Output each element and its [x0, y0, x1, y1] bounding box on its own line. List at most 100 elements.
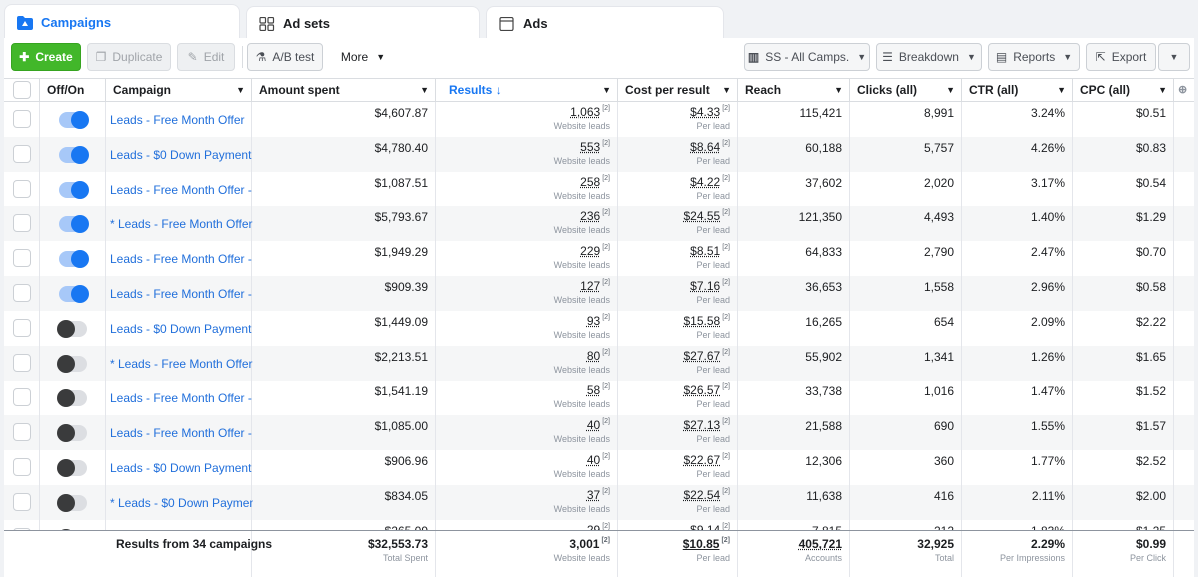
flask-icon: ⚗	[255, 50, 267, 64]
cost-value: $22.67 [2]	[684, 453, 731, 467]
campaign-toggle[interactable]	[59, 180, 89, 199]
table-row[interactable]: * Leads - $0 Down Payment ...$834.0537[2…	[4, 484, 1194, 520]
campaign-name-link[interactable]: Leads - $0 Down Payment O...	[110, 148, 253, 162]
table-row[interactable]: Leads - Free Month Offer $4,607.87 1,063 [2…	[4, 102, 1194, 137]
header-off-on[interactable]: Off/On	[40, 79, 106, 102]
campaign-name-link[interactable]: Leads - Free Month Offer - C...	[110, 391, 253, 405]
footnote: [2]	[722, 418, 730, 426]
row-checkbox[interactable]	[13, 318, 31, 337]
ad-icon	[499, 16, 515, 31]
cost-cell: $22.67 [2] Per lead	[618, 450, 738, 485]
clicks-value: 1,016	[923, 384, 954, 399]
duplicate-button[interactable]: ❐ Duplicate	[87, 43, 171, 71]
ab-test-button[interactable]: ⚗ A/B test	[247, 43, 323, 71]
table-row[interactable]: Leads - Free Month Offer - 5... $1,949.29…	[4, 241, 1194, 277]
campaign-toggle[interactable]	[59, 145, 89, 164]
ctr-cell: 2.96%	[962, 276, 1073, 311]
row-checkbox[interactable]	[13, 110, 31, 128]
results-sub: Website leads	[553, 399, 610, 410]
select-all-checkbox[interactable]	[13, 81, 31, 99]
table-row[interactable]: Leads - $0 Down Payment O... $4,780.40 553…	[4, 136, 1194, 172]
campaign-toggle[interactable]	[57, 389, 87, 408]
more-button[interactable]: More ▼	[330, 43, 396, 71]
tab-ad-sets[interactable]: Ad sets	[246, 6, 480, 40]
footer-cost: $10.85 [2] Per lead	[618, 531, 738, 577]
header-cost-per-result[interactable]: Cost per result ▼	[618, 79, 738, 102]
ctr-cell: 2.09%	[962, 310, 1073, 346]
results-value: 93 [2]	[587, 314, 610, 328]
table-row[interactable]: * Leads - Free Month Offer - ... $5,793.6…	[4, 206, 1194, 242]
ctr-value: 2.11%	[1031, 488, 1065, 503]
table-row[interactable]: Leads - Free Month Offer - C... $1,541.19…	[4, 380, 1194, 416]
row-checkbox[interactable]	[13, 144, 31, 163]
row-checkbox[interactable]	[13, 179, 31, 198]
create-button[interactable]: ✚ Create	[11, 43, 81, 71]
campaign-toggle[interactable]	[59, 215, 89, 234]
campaign-toggle[interactable]	[57, 459, 87, 477]
row-checkbox[interactable]	[13, 458, 31, 476]
campaign-name-link[interactable]: * Leads - $0 Down Payment ...	[110, 496, 253, 510]
amount-spent: $834.05	[384, 488, 428, 503]
campaign-cell: Leads - Free Month Offer - 5...	[106, 241, 253, 277]
row-checkbox[interactable]	[13, 388, 31, 407]
row-checkbox[interactable]	[13, 353, 31, 372]
table-row[interactable]: Leads - Free Month Offer - C... $909.39 12…	[4, 276, 1194, 311]
cost-number: $8.64	[690, 139, 721, 154]
clicks-value: 8,991	[923, 106, 954, 120]
campaign-name-link[interactable]: Leads - Free Month Offer - C...	[110, 287, 253, 301]
header-clicks[interactable]: Clicks (all) ▼	[850, 79, 962, 102]
toggle-knob	[71, 285, 89, 303]
cost-value: $4.33 [2]	[690, 105, 730, 119]
table-row[interactable]: Leads - $0 Down Payment O...$1,449.0993[…	[4, 310, 1194, 346]
footer-label: Results from 34 campaigns	[116, 537, 273, 551]
table-row[interactable]: * Leads - Free Month Offer - ... $2,213.5…	[4, 345, 1194, 381]
tab-ads[interactable]: Ads	[486, 6, 724, 40]
campaign-toggle[interactable]	[57, 319, 87, 338]
export-menu-button[interactable]: ▼	[1158, 43, 1190, 71]
cost-number: $26.57	[683, 383, 721, 398]
header-campaign[interactable]: Campaign ▼	[106, 79, 252, 102]
campaign-name-link[interactable]: Leads - Free Month Offer - C...	[110, 183, 253, 197]
campaign-toggle[interactable]	[59, 111, 89, 129]
campaign-toggle[interactable]	[59, 285, 89, 303]
table-row[interactable]: Leads - $0 Down Payment O...$906.9640[2]…	[4, 450, 1194, 485]
header-reach[interactable]: Reach ▼	[738, 79, 850, 102]
campaign-name-link[interactable]: * Leads - Free Month Offer - ...	[110, 357, 253, 371]
row-checkbox[interactable]	[13, 423, 31, 442]
results-cell: 229 [2] Website leads	[436, 241, 618, 277]
campaign-name-link[interactable]: * Leads - Free Month Offer - ...	[110, 217, 253, 231]
campaign-name-link[interactable]: Leads - $0 Down Payment O...	[110, 461, 253, 475]
header-amount-spent[interactable]: Amount spent ▼	[252, 79, 436, 102]
add-column-icon[interactable]: ⊕	[1174, 79, 1194, 102]
campaign-toggle[interactable]	[59, 250, 89, 269]
campaign-toggle[interactable]	[57, 493, 87, 512]
row-checkbox[interactable]	[13, 492, 31, 511]
cost-number: $27.13	[683, 418, 721, 433]
columns-button[interactable]: ▥ SS - All Camps. ▼	[744, 43, 870, 71]
reports-button[interactable]: ▤ Reports ▼	[988, 43, 1080, 71]
campaign-toggle[interactable]	[57, 424, 87, 443]
export-button[interactable]: ⇱ Export	[1086, 43, 1156, 71]
ctr-value: 2.96%	[1030, 280, 1065, 294]
campaign-toggle[interactable]	[57, 354, 87, 373]
header-ctr[interactable]: CTR (all) ▼	[962, 79, 1073, 102]
edit-button[interactable]: ✎ Edit	[177, 43, 235, 71]
header-cpc[interactable]: CPC (all) ▼	[1073, 79, 1174, 102]
campaign-name-link[interactable]: Leads - Free Month Offer	[110, 113, 253, 127]
tab-campaigns[interactable]: Campaigns	[4, 4, 240, 40]
campaign-name-link[interactable]: Leads - Free Month Offer - 5...	[110, 252, 253, 266]
ctr-cell: 1.47%	[962, 380, 1073, 416]
footer-value: 405,721	[798, 537, 842, 551]
campaign-name-link[interactable]: Leads - $0 Down Payment O...	[110, 322, 253, 336]
row-checkbox[interactable]	[13, 249, 31, 268]
campaign-name-link[interactable]: Leads - Free Month Offer - C...	[110, 426, 253, 440]
row-checkbox[interactable]	[13, 214, 31, 233]
tab-label: Ads	[523, 16, 548, 31]
row-checkbox[interactable]	[13, 284, 31, 302]
footer-reach: 405,721 Accounts	[738, 531, 850, 577]
table-row[interactable]: Leads - Free Month Offer - C... $1,087.51…	[4, 171, 1194, 207]
breakdown-button[interactable]: ☰ Breakdown ▼	[876, 43, 982, 71]
footer-value: $0.99	[1135, 537, 1166, 551]
table-row[interactable]: Leads - Free Month Offer - C... $1,085.00…	[4, 415, 1194, 451]
header-results[interactable]: Results ↓ ▼	[436, 79, 618, 102]
